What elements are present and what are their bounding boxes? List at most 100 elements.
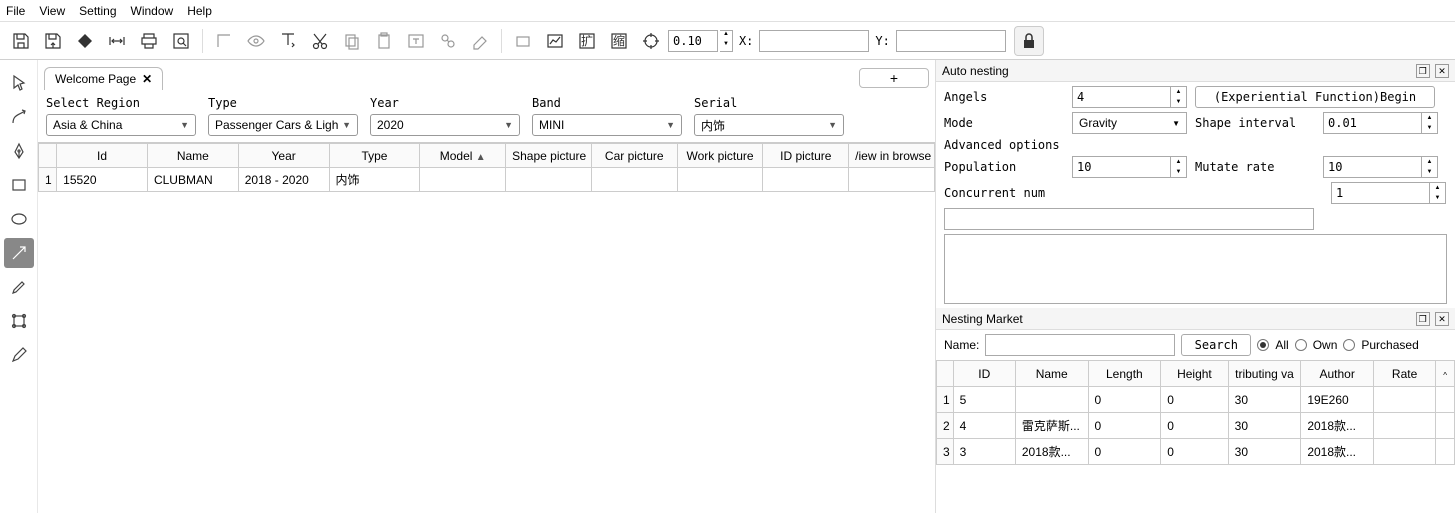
col-year[interactable]: Year: [238, 144, 329, 168]
rectangle-tool-icon[interactable]: [4, 170, 34, 200]
spin-down-icon[interactable]: ▼: [1422, 167, 1437, 177]
rect-icon[interactable]: [508, 26, 538, 56]
spin-down-icon[interactable]: ▼: [1171, 167, 1186, 177]
mcol-name[interactable]: Name: [1015, 361, 1088, 387]
spin-up-icon[interactable]: ▲: [1171, 87, 1186, 97]
search-button[interactable]: Search: [1181, 334, 1251, 356]
begin-button[interactable]: (Experiential Function)Begin: [1195, 86, 1435, 108]
group-icon[interactable]: [433, 26, 463, 56]
market-name-field[interactable]: [985, 334, 1175, 356]
print-icon[interactable]: [134, 26, 164, 56]
spin-down-icon[interactable]: ▼: [1430, 193, 1445, 203]
angels-spinner[interactable]: ▲▼: [1072, 86, 1187, 108]
menu-window[interactable]: Window: [131, 4, 174, 18]
radio-all[interactable]: [1257, 339, 1269, 351]
cell-shape: [506, 168, 592, 192]
save-as-icon[interactable]: [38, 26, 68, 56]
x-coord-field[interactable]: [759, 30, 869, 52]
mode-combo[interactable]: Gravity▼: [1072, 112, 1187, 134]
menu-view[interactable]: View: [39, 4, 65, 18]
save-icon[interactable]: [6, 26, 36, 56]
copy-icon[interactable]: [337, 26, 367, 56]
serial-label: Serial: [694, 96, 844, 110]
paste-icon[interactable]: [369, 26, 399, 56]
ellipse-tool-icon[interactable]: [4, 204, 34, 234]
col-car-picture[interactable]: Car picture: [591, 144, 677, 168]
panel-restore-icon[interactable]: ❐: [1416, 312, 1430, 326]
col-name[interactable]: Name: [147, 144, 238, 168]
brush-tool-icon[interactable]: [4, 272, 34, 302]
diamond-icon[interactable]: [70, 26, 100, 56]
type-combo[interactable]: Passenger Cars & Ligh▼: [208, 114, 358, 136]
concurrent-spinner[interactable]: ▲▼: [1331, 182, 1446, 204]
spin-up-icon[interactable]: ▲: [1422, 157, 1437, 167]
mcol-height[interactable]: Height: [1161, 361, 1228, 387]
pencil-tool-icon[interactable]: [4, 340, 34, 370]
lock-icon[interactable]: [1014, 26, 1044, 56]
menu-setting[interactable]: Setting: [79, 4, 116, 18]
menu-help[interactable]: Help: [187, 4, 212, 18]
radio-own[interactable]: [1295, 339, 1307, 351]
market-row[interactable]: 3 32018款...00302018款...: [937, 439, 1455, 465]
col-id[interactable]: Id: [57, 144, 148, 168]
mcol-author[interactable]: Author: [1301, 361, 1374, 387]
spin-up-icon[interactable]: ▲: [1171, 157, 1186, 167]
col-view-browser[interactable]: /iew in browse: [849, 144, 935, 168]
tab-welcome[interactable]: Welcome Page ✕: [44, 67, 163, 90]
panel-close-icon[interactable]: ✕: [1435, 64, 1449, 78]
pointer-tool-icon[interactable]: [4, 68, 34, 98]
mcol-rate[interactable]: Rate: [1373, 361, 1435, 387]
table-row[interactable]: 1 15520 CLUBMAN 2018 - 2020 内饰: [39, 168, 935, 192]
spin-down-icon[interactable]: ▼: [1171, 97, 1186, 107]
mcol-length[interactable]: Length: [1088, 361, 1161, 387]
year-combo[interactable]: 2020▼: [370, 114, 520, 136]
step-size-field[interactable]: [668, 30, 718, 52]
preview-icon[interactable]: [166, 26, 196, 56]
text-box-icon[interactable]: [401, 26, 431, 56]
step-down-icon[interactable]: ▼: [720, 41, 732, 51]
expand-icon[interactable]: 扩: [572, 26, 602, 56]
pen-tool-icon[interactable]: [4, 136, 34, 166]
population-spinner[interactable]: ▲▼: [1072, 156, 1187, 178]
col-id-picture[interactable]: ID picture: [763, 144, 849, 168]
panel-restore-icon[interactable]: ❐: [1416, 64, 1430, 78]
menu-file[interactable]: File: [6, 4, 25, 18]
nesting-textarea[interactable]: [944, 234, 1447, 304]
eye-icon[interactable]: [241, 26, 271, 56]
mcol-tributing[interactable]: tributing va: [1228, 361, 1301, 387]
market-row[interactable]: 2 4雷克萨斯...00302018款...: [937, 413, 1455, 439]
text-icon[interactable]: [273, 26, 303, 56]
col-work-picture[interactable]: Work picture: [677, 144, 763, 168]
market-search-row: Name: Search All Own Purchased: [936, 330, 1455, 360]
step-up-icon[interactable]: ▲: [720, 31, 732, 41]
curve-tool-icon[interactable]: [4, 102, 34, 132]
chart-icon[interactable]: [540, 26, 570, 56]
col-type[interactable]: Type: [329, 144, 420, 168]
region-combo[interactable]: Asia & China▼: [46, 114, 196, 136]
y-coord-field[interactable]: [896, 30, 1006, 52]
market-row[interactable]: 1 5003019E260: [937, 387, 1455, 413]
col-model[interactable]: Model ▲: [420, 144, 506, 168]
shape-interval-spinner[interactable]: ▲▼: [1323, 112, 1438, 134]
spin-down-icon[interactable]: ▼: [1422, 123, 1437, 133]
spin-up-icon[interactable]: ▲: [1422, 113, 1437, 123]
arrow-tool-icon[interactable]: [4, 238, 34, 268]
serial-combo[interactable]: 内饰▼: [694, 114, 844, 136]
band-combo[interactable]: MINI▼: [532, 114, 682, 136]
mutate-rate-spinner[interactable]: ▲▼: [1323, 156, 1438, 178]
erase-icon[interactable]: [465, 26, 495, 56]
add-tab-button[interactable]: +: [859, 68, 929, 88]
shrink-icon[interactable]: 缩: [604, 26, 634, 56]
spin-up-icon[interactable]: ▲: [1430, 183, 1445, 193]
nesting-text-field[interactable]: [944, 208, 1314, 230]
tab-close-icon[interactable]: ✕: [142, 72, 152, 86]
target-icon[interactable]: [636, 26, 666, 56]
radio-purchased[interactable]: [1343, 339, 1355, 351]
cut-icon[interactable]: [305, 26, 335, 56]
col-shape-picture[interactable]: Shape picture: [506, 144, 592, 168]
transform-tool-icon[interactable]: [4, 306, 34, 336]
mcol-id[interactable]: ID: [953, 361, 1015, 387]
panel-close-icon[interactable]: ✕: [1435, 312, 1449, 326]
corner-icon[interactable]: [209, 26, 239, 56]
fit-width-icon[interactable]: [102, 26, 132, 56]
